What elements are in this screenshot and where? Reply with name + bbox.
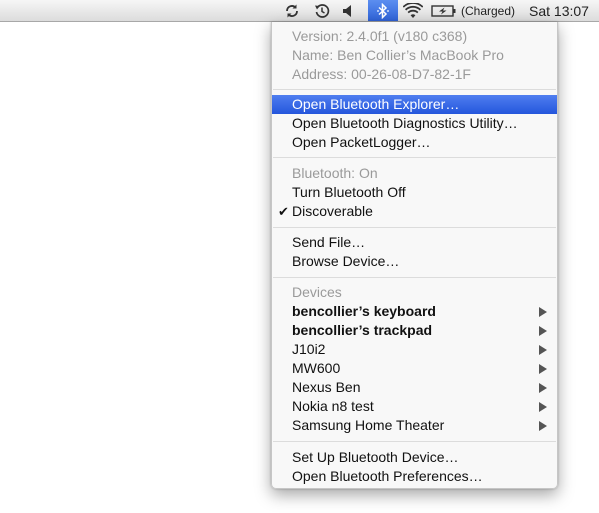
menu-item-label: Set Up Bluetooth Device… bbox=[292, 449, 459, 465]
menu-bar: (Charged) Sat 13:07 bbox=[0, 0, 599, 22]
name-label: Name: Ben Collier’s MacBook Pro bbox=[292, 47, 504, 63]
bluetooth-menu: Version: 2.4.0f1 (v180 c368) Name: Ben C… bbox=[271, 22, 558, 489]
bluetooth-status: Bluetooth: On bbox=[272, 164, 557, 183]
menu-item-send-file[interactable]: Send File… bbox=[272, 233, 557, 252]
menu-item-label: Discoverable bbox=[292, 203, 373, 219]
menu-item-label: Browse Device… bbox=[292, 253, 400, 269]
version-info: Version: 2.4.0f1 (v180 c368) bbox=[272, 27, 557, 46]
battery-icon[interactable] bbox=[430, 0, 458, 21]
submenu-arrow-icon bbox=[539, 307, 547, 317]
menu-item-open-diagnostics[interactable]: Open Bluetooth Diagnostics Utility… bbox=[272, 114, 557, 133]
submenu-arrow-icon bbox=[539, 364, 547, 374]
menu-item-label: Turn Bluetooth Off bbox=[292, 184, 406, 200]
device-name: MW600 bbox=[292, 360, 341, 376]
devices-header-label: Devices bbox=[292, 284, 342, 300]
menu-item-open-explorer[interactable]: Open Bluetooth Explorer… bbox=[272, 95, 557, 114]
bluetooth-status-label: Bluetooth: On bbox=[292, 165, 378, 181]
menu-item-open-packetlogger[interactable]: Open PacketLogger… bbox=[272, 133, 557, 152]
battery-status[interactable]: (Charged) bbox=[457, 0, 519, 21]
sync-icon[interactable] bbox=[281, 0, 303, 21]
bluetooth-icon[interactable] bbox=[368, 0, 398, 21]
separator bbox=[273, 277, 556, 278]
device-name: bencollier’s trackpad bbox=[292, 322, 433, 338]
device-item[interactable]: bencollier’s trackpad bbox=[272, 321, 557, 340]
time-machine-icon[interactable] bbox=[311, 0, 333, 21]
device-item[interactable]: Samsung Home Theater bbox=[272, 416, 557, 435]
device-item[interactable]: J10i2 bbox=[272, 340, 557, 359]
device-item[interactable]: bencollier’s keyboard bbox=[272, 302, 557, 321]
device-item[interactable]: Nokia n8 test bbox=[272, 397, 557, 416]
submenu-arrow-icon bbox=[539, 383, 547, 393]
separator bbox=[273, 89, 556, 90]
device-item[interactable]: MW600 bbox=[272, 359, 557, 378]
device-name: Nexus Ben bbox=[292, 379, 361, 395]
separator bbox=[273, 157, 556, 158]
menu-item-label: Open PacketLogger… bbox=[292, 134, 431, 150]
device-name: bencollier’s keyboard bbox=[292, 303, 436, 319]
device-item[interactable]: Nexus Ben bbox=[272, 378, 557, 397]
address-info: Address: 00-26-08-D7-82-1F bbox=[272, 65, 557, 84]
menu-item-label: Open Bluetooth Preferences… bbox=[292, 468, 483, 484]
device-name: Nokia n8 test bbox=[292, 398, 374, 414]
menu-item-turn-off[interactable]: Turn Bluetooth Off bbox=[272, 183, 557, 202]
submenu-arrow-icon bbox=[539, 421, 547, 431]
checkmark-icon: ✔ bbox=[278, 204, 289, 219]
clock[interactable]: Sat 13:07 bbox=[523, 0, 595, 21]
menu-item-label: Open Bluetooth Explorer… bbox=[292, 96, 460, 112]
submenu-arrow-icon bbox=[539, 402, 547, 412]
devices-header: Devices bbox=[272, 283, 557, 302]
submenu-arrow-icon bbox=[539, 345, 547, 355]
submenu-arrow-icon bbox=[539, 326, 547, 336]
menu-item-label: Send File… bbox=[292, 234, 366, 250]
wifi-icon[interactable] bbox=[402, 0, 424, 21]
menu-item-set-up-device[interactable]: Set Up Bluetooth Device… bbox=[272, 448, 557, 467]
version-label: Version: 2.4.0f1 (v180 c368) bbox=[292, 28, 468, 44]
volume-icon[interactable] bbox=[339, 0, 357, 21]
menu-item-label: Open Bluetooth Diagnostics Utility… bbox=[292, 115, 518, 131]
device-name: J10i2 bbox=[292, 341, 326, 357]
device-name: Samsung Home Theater bbox=[292, 417, 445, 433]
separator bbox=[273, 227, 556, 228]
menu-item-discoverable[interactable]: ✔ Discoverable bbox=[272, 202, 557, 221]
name-info: Name: Ben Collier’s MacBook Pro bbox=[272, 46, 557, 65]
menu-item-open-preferences[interactable]: Open Bluetooth Preferences… bbox=[272, 467, 557, 486]
address-label: Address: 00-26-08-D7-82-1F bbox=[292, 66, 471, 82]
separator bbox=[273, 441, 556, 442]
menu-item-browse-device[interactable]: Browse Device… bbox=[272, 252, 557, 271]
